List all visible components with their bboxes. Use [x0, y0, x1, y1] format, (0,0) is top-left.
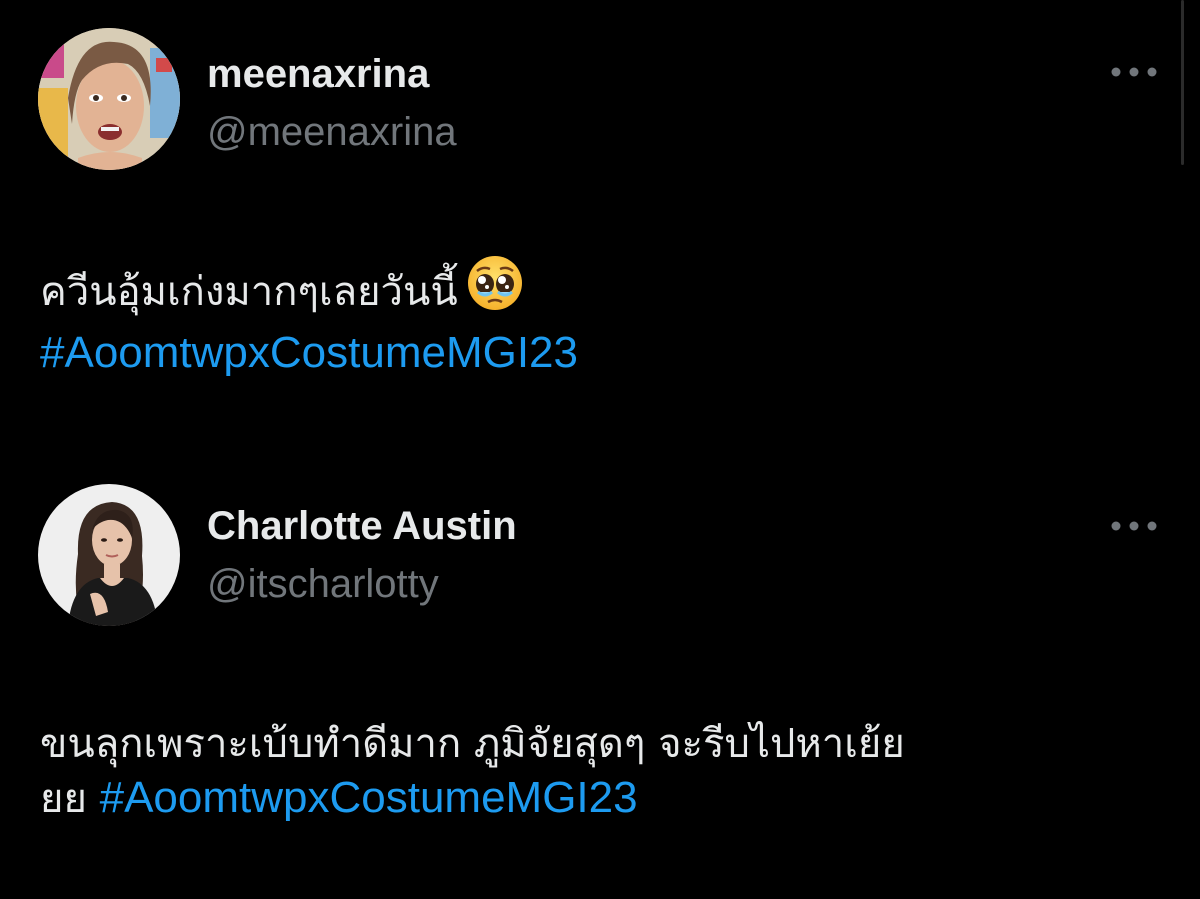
hashtag-link[interactable]: #AoomtwpxCostumeMGI23: [40, 328, 578, 377]
tweet-text-line: ยย #AoomtwpxCostumeMGI23: [40, 771, 1170, 826]
avatar-photo-icon: [38, 484, 180, 626]
more-options-button[interactable]: [1108, 62, 1160, 82]
tweet-text-line: #AoomtwpxCostumeMGI23: [40, 326, 1170, 381]
tweet-text: ขนลุกเพราะเบ้บทำดีมาก ภูมิจัยสุดๆ จะรีบไ…: [40, 718, 1170, 826]
tweet-text: ควีนอุ้มเก่งมากๆเลยวันนี้ #AoomtwpxCostu…: [40, 256, 1170, 381]
tweet-1[interactable]: meenaxrina @meenaxrina ควีนอุ้มเก่งมากๆเ…: [0, 0, 1200, 440]
more-options-icon: [1111, 67, 1157, 77]
tweet-text-line: ขนลุกเพราะเบ้บทำดีมาก ภูมิจัยสุดๆ จะรีบไ…: [40, 718, 1170, 771]
avatar-photo-icon: [38, 28, 180, 170]
avatar[interactable]: [38, 484, 180, 626]
handle[interactable]: @meenaxrina: [207, 108, 457, 156]
tweet-body: ควีนอุ้มเก่งมากๆเลยวันนี้: [40, 269, 458, 315]
more-options-button[interactable]: [1108, 516, 1160, 536]
tweet-body-continued: ยย: [40, 776, 87, 822]
pleading-face-emoji-icon: [466, 254, 524, 326]
tweet-body: ขนลุกเพราะเบ้บทำดีมาก ภูมิจัยสุดๆ จะรีบไ…: [40, 721, 905, 767]
avatar[interactable]: [38, 28, 180, 170]
hashtag-link[interactable]: #AoomtwpxCostumeMGI23: [100, 773, 638, 822]
display-name[interactable]: meenaxrina: [207, 50, 429, 98]
tweet-2[interactable]: Charlotte Austin @itscharlotty ขนลุกเพรา…: [0, 440, 1200, 899]
tweet-text-line: ควีนอุ้มเก่งมากๆเลยวันนี้: [40, 256, 1170, 326]
handle[interactable]: @itscharlotty: [207, 560, 439, 608]
display-name[interactable]: Charlotte Austin: [207, 502, 517, 550]
more-options-icon: [1111, 521, 1157, 531]
